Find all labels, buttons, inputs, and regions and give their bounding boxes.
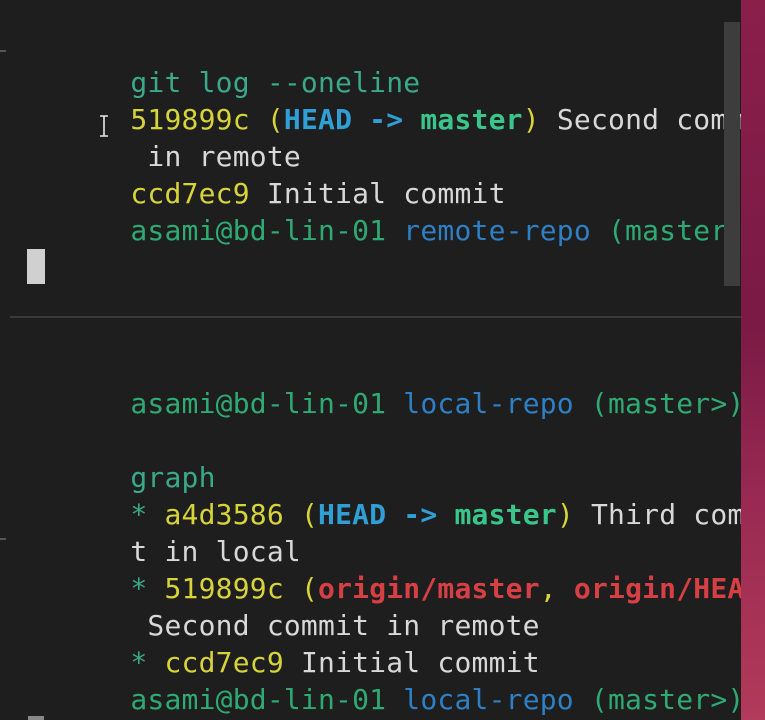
pane-edge-mark bbox=[0, 538, 6, 540]
prompt-directory: remote-repo bbox=[386, 214, 591, 247]
prompt-directory: local-repo bbox=[386, 387, 574, 420]
shell-prompt: asami@bd-lin-01 local-repo (master>) $ bbox=[28, 348, 741, 420]
shell-prompt: asami@bd-lin-01 local-repo (master>) $ bbox=[28, 644, 741, 716]
prompt-user-host: asami@bd-lin-01 bbox=[130, 214, 387, 247]
shell-prompt: asami@bd-lin-01 remote-repo (master) $ bbox=[28, 175, 741, 247]
prompt-branch: (master>) bbox=[573, 387, 741, 420]
prompt-user-host: asami@bd-lin-01 bbox=[130, 683, 387, 716]
desktop-background bbox=[741, 0, 765, 720]
graph-entry: * ccd7ec9 Initial commit bbox=[28, 607, 540, 679]
ref-separator: , bbox=[539, 572, 574, 605]
branch-ref: master bbox=[420, 103, 523, 136]
graph-entry: * 519899c (origin/master, origin/HEAD) bbox=[28, 533, 741, 605]
branch-ref: master bbox=[454, 498, 557, 531]
prompt-user-host: asami@bd-lin-01 bbox=[130, 387, 387, 420]
prompt-branch: (master) bbox=[590, 214, 741, 247]
terminal-pane-remote[interactable]: git log --oneline 519899c (HEAD -> maste… bbox=[0, 0, 741, 316]
commit-message: Third commi bbox=[590, 498, 741, 531]
head-ref: HEAD -> bbox=[283, 103, 421, 136]
graph-entry-wrap: t in local bbox=[28, 496, 301, 568]
graph-entry-wrap: Second commit in remote bbox=[28, 570, 540, 642]
log-entry: 519899c (HEAD -> master) Second commit bbox=[28, 64, 741, 136]
partial-cursor bbox=[28, 716, 44, 720]
ibeam-cursor-icon bbox=[100, 115, 108, 137]
origin-head-ref: origin/HEAD bbox=[573, 572, 741, 605]
graph-entry: * a4d3586 (HEAD -> master) Third commi bbox=[28, 459, 741, 531]
ref-close-paren: ) bbox=[556, 498, 574, 531]
scrollbar-thumb[interactable] bbox=[724, 22, 740, 286]
ref-close-paren: ) bbox=[522, 103, 540, 136]
command-line: git log --oneline bbox=[28, 27, 420, 99]
pane-edge-mark bbox=[0, 50, 6, 52]
commit-message: Second commit bbox=[556, 103, 741, 136]
prompt-directory: local-repo bbox=[386, 683, 574, 716]
terminal-pane-local[interactable]: asami@bd-lin-01 local-repo (master>) $ g… bbox=[0, 318, 741, 720]
log-entry-wrap: in remote bbox=[28, 101, 301, 173]
terminal-window[interactable]: git log --oneline 519899c (HEAD -> maste… bbox=[0, 0, 741, 720]
log-entry: ccd7ec9 Initial commit bbox=[28, 138, 506, 210]
prompt-branch: (master>) bbox=[573, 683, 741, 716]
command-line: graph bbox=[28, 422, 216, 494]
head-ref: HEAD -> bbox=[318, 498, 455, 531]
text-cursor bbox=[27, 249, 45, 284]
